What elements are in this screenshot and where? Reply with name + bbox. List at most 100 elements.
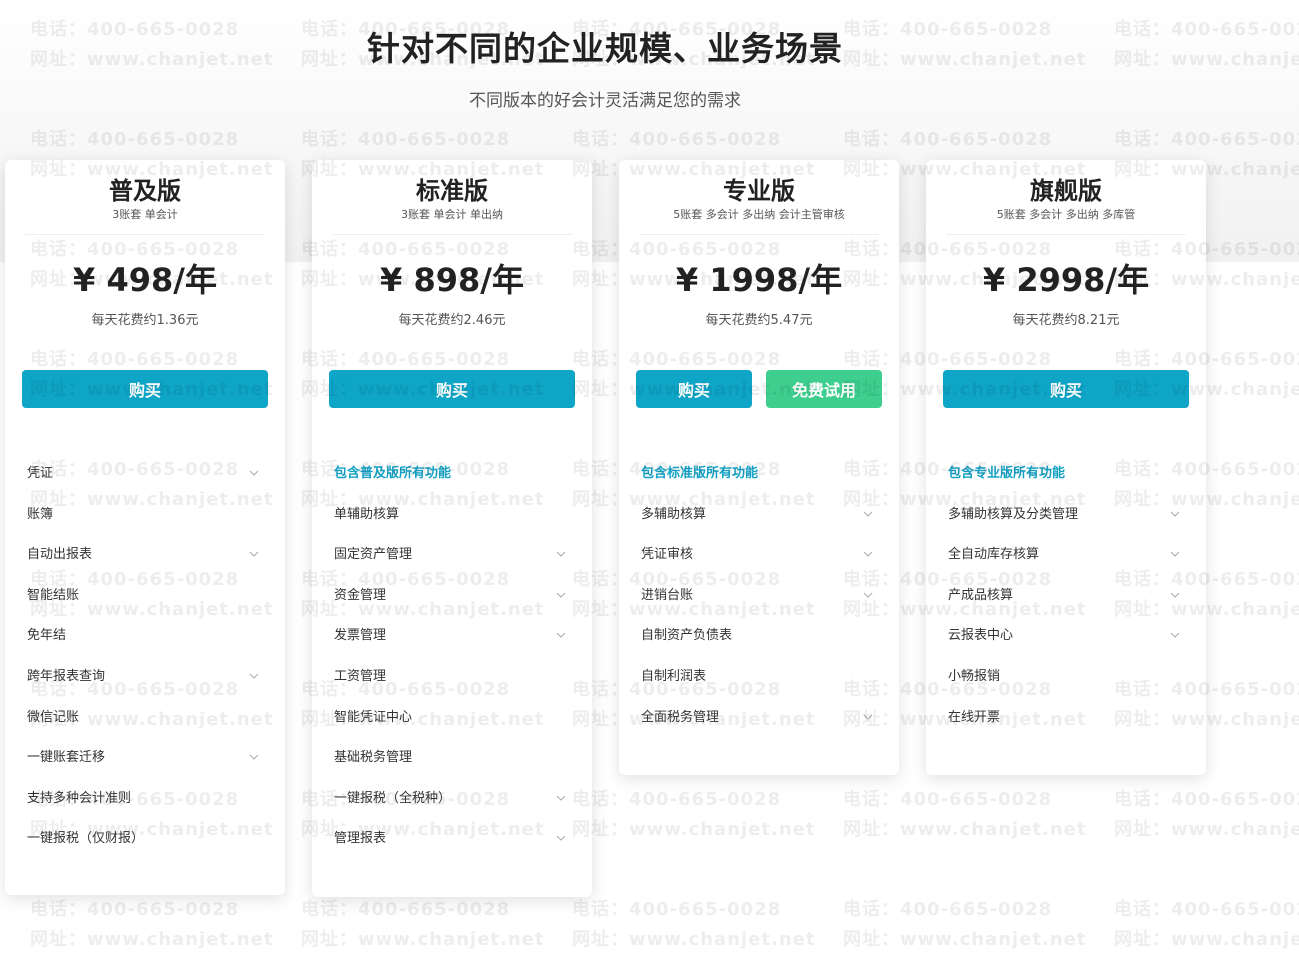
feature-item[interactable]: 一键账套迁移 <box>27 747 263 788</box>
chevron-down-icon[interactable] <box>556 788 566 801</box>
feature-item[interactable]: 发票管理 <box>334 625 570 666</box>
feature-label: 多辅助核算及分类管理 <box>948 506 1079 522</box>
watermark-text: 电话：400-665-0028 网址：www.chanjet.net <box>1114 895 1299 955</box>
watermark-text: 电话：400-665-0028 网址：www.chanjet.net <box>301 895 544 955</box>
watermark-site: 网址：www.chanjet.net <box>572 819 816 840</box>
feature-label: 微信记账 <box>27 709 80 725</box>
divider <box>946 234 1186 235</box>
chevron-down-icon[interactable] <box>556 544 566 557</box>
watermark-phone: 电话：400-665-0028 <box>843 789 1053 810</box>
plan-daily-cost: 每天花费约8.21元 <box>1012 313 1120 328</box>
watermark-phone: 电话：400-665-0028 <box>572 789 782 810</box>
feature-item[interactable]: 云报表中心 <box>948 625 1184 666</box>
free-trial-button[interactable]: 免费试用 <box>766 370 882 408</box>
watermark-phone: 电话：400-665-0028 <box>1114 899 1299 920</box>
plan-name: 标准版 <box>416 177 488 205</box>
button-row: 购买 <box>943 370 1189 408</box>
feature-label: 包含专业版所有功能 <box>948 466 1066 481</box>
buy-button[interactable]: 购买 <box>329 370 575 408</box>
chevron-down-icon[interactable] <box>249 463 259 476</box>
feature-label: 凭证 <box>27 466 54 481</box>
feature-item[interactable]: 跨年报表查询 <box>27 666 263 707</box>
page-title: 针对不同的企业规模、业务场景 <box>367 29 843 68</box>
feature-label: 一键账套迁移 <box>27 750 106 766</box>
feature-label: 基础税务管理 <box>334 750 413 766</box>
plan-card-professional: 专业版 5账套 多会计 多出纳 会计主管审核 ¥ 1998/年 每天花费约5.4… <box>619 160 899 775</box>
plan-price: ¥ 2998/年 <box>982 261 1150 299</box>
chevron-down-icon[interactable] <box>1170 585 1180 598</box>
button-row: 购买 免费试用 <box>636 370 882 408</box>
feature-item: 支持多种会计准则 <box>27 788 263 829</box>
plan-card-basic: 普及版 3账套 单会计 ¥ 498/年 每天花费约1.36元 购买 凭证账簿 自动… <box>5 160 285 895</box>
chevron-down-icon[interactable] <box>1170 625 1180 639</box>
plan-desc: 3账套 单会计 <box>112 208 178 221</box>
feature-item[interactable]: 资金管理 <box>334 585 570 626</box>
feature-item[interactable]: 固定资产管理 <box>334 544 570 585</box>
feature-label: 进销台账 <box>641 587 694 603</box>
feature-item[interactable]: 全面税务管理 <box>641 707 877 748</box>
feature-item: 小畅报销 <box>948 666 1184 707</box>
page-subtitle: 不同版本的好会计灵活满足您的需求 <box>469 91 741 111</box>
watermark-site: 网址：www.chanjet.net <box>1114 819 1299 840</box>
feature-item[interactable]: 多辅助核算 <box>641 504 877 545</box>
plan-name: 普及版 <box>109 177 181 205</box>
feature-label: 一键报税（全税种） <box>334 790 452 806</box>
chevron-down-icon[interactable] <box>863 707 873 720</box>
feature-item: 基础税务管理 <box>334 747 570 788</box>
watermark-site: 网址：www.chanjet.net <box>301 929 545 950</box>
feature-item[interactable]: 一键报税（全税种） <box>334 788 570 829</box>
feature-item[interactable]: 凭证 <box>27 463 263 504</box>
feature-item: 自制利润表 <box>641 666 877 707</box>
watermark-text: 电话：400-665-0028 网址：www.chanjet.net <box>572 895 815 955</box>
feature-item: 自制资产负债表 <box>641 625 877 666</box>
feature-item: 在线开票 <box>948 707 1184 748</box>
plan-card-flagship: 旗舰版 5账套 多会计 多出纳 多库管 ¥ 2998/年 每天花费约8.21元 … <box>926 160 1206 775</box>
feature-item[interactable]: 全自动库存核算 <box>948 544 1184 585</box>
feature-item[interactable]: 凭证审核 <box>641 544 877 585</box>
divider <box>25 234 265 235</box>
chevron-down-icon[interactable] <box>863 585 873 598</box>
feature-item[interactable]: 进销台账 <box>641 585 877 626</box>
feature-label: 智能凭证中心 <box>334 709 413 725</box>
watermark-phone: 电话：400-665-0028 <box>843 899 1053 920</box>
feature-item[interactable]: 管理报表 <box>334 828 570 869</box>
buy-button[interactable]: 购买 <box>943 370 1189 408</box>
feature-label: 小畅报销 <box>948 668 1001 684</box>
feature-item[interactable]: 多辅助核算及分类管理 <box>948 504 1184 545</box>
chevron-down-icon[interactable] <box>249 747 259 760</box>
feature-item: 单辅助核算 <box>334 504 570 545</box>
feature-item: 账簿 <box>27 504 263 545</box>
divider <box>639 234 879 235</box>
feature-label: 单辅助核算 <box>334 506 400 522</box>
feature-label: 自制利润表 <box>641 668 707 684</box>
feature-label: 自制资产负债表 <box>641 628 733 644</box>
feature-label: 支持多种会计准则 <box>27 790 132 806</box>
chevron-down-icon[interactable] <box>249 666 259 679</box>
feature-label: 免年结 <box>27 628 67 644</box>
buy-button[interactable]: 购买 <box>636 370 752 408</box>
button-row: 购买 <box>329 370 575 408</box>
feature-item[interactable]: 自动出报表 <box>27 544 263 585</box>
feature-label: 智能结账 <box>27 587 80 603</box>
chevron-down-icon[interactable] <box>249 544 259 557</box>
button-row: 购买 <box>22 370 268 408</box>
feature-label: 一键报税（仅财报） <box>27 831 145 847</box>
buy-button[interactable]: 购买 <box>22 370 268 408</box>
chevron-down-icon[interactable] <box>863 504 873 517</box>
plan-price: ¥ 498/年 <box>73 261 217 299</box>
divider <box>332 234 572 235</box>
chevron-down-icon[interactable] <box>556 585 566 598</box>
plan-price: ¥ 898/年 <box>380 261 524 299</box>
watermark-phone: 电话：400-665-0028 <box>572 899 782 920</box>
chevron-down-icon[interactable] <box>1170 504 1180 517</box>
chevron-down-icon[interactable] <box>1170 544 1180 557</box>
chevron-down-icon[interactable] <box>556 625 566 639</box>
watermark-text: 电话：400-665-0028 网址：www.chanjet.net <box>843 785 1086 845</box>
plan-daily-cost: 每天花费约1.36元 <box>91 313 199 328</box>
plan-name: 专业版 <box>723 177 795 205</box>
feature-item: 微信记账 <box>27 707 263 748</box>
chevron-down-icon[interactable] <box>556 828 566 842</box>
feature-item: 工资管理 <box>334 666 570 707</box>
chevron-down-icon[interactable] <box>863 544 873 557</box>
feature-item[interactable]: 产成品核算 <box>948 585 1184 626</box>
